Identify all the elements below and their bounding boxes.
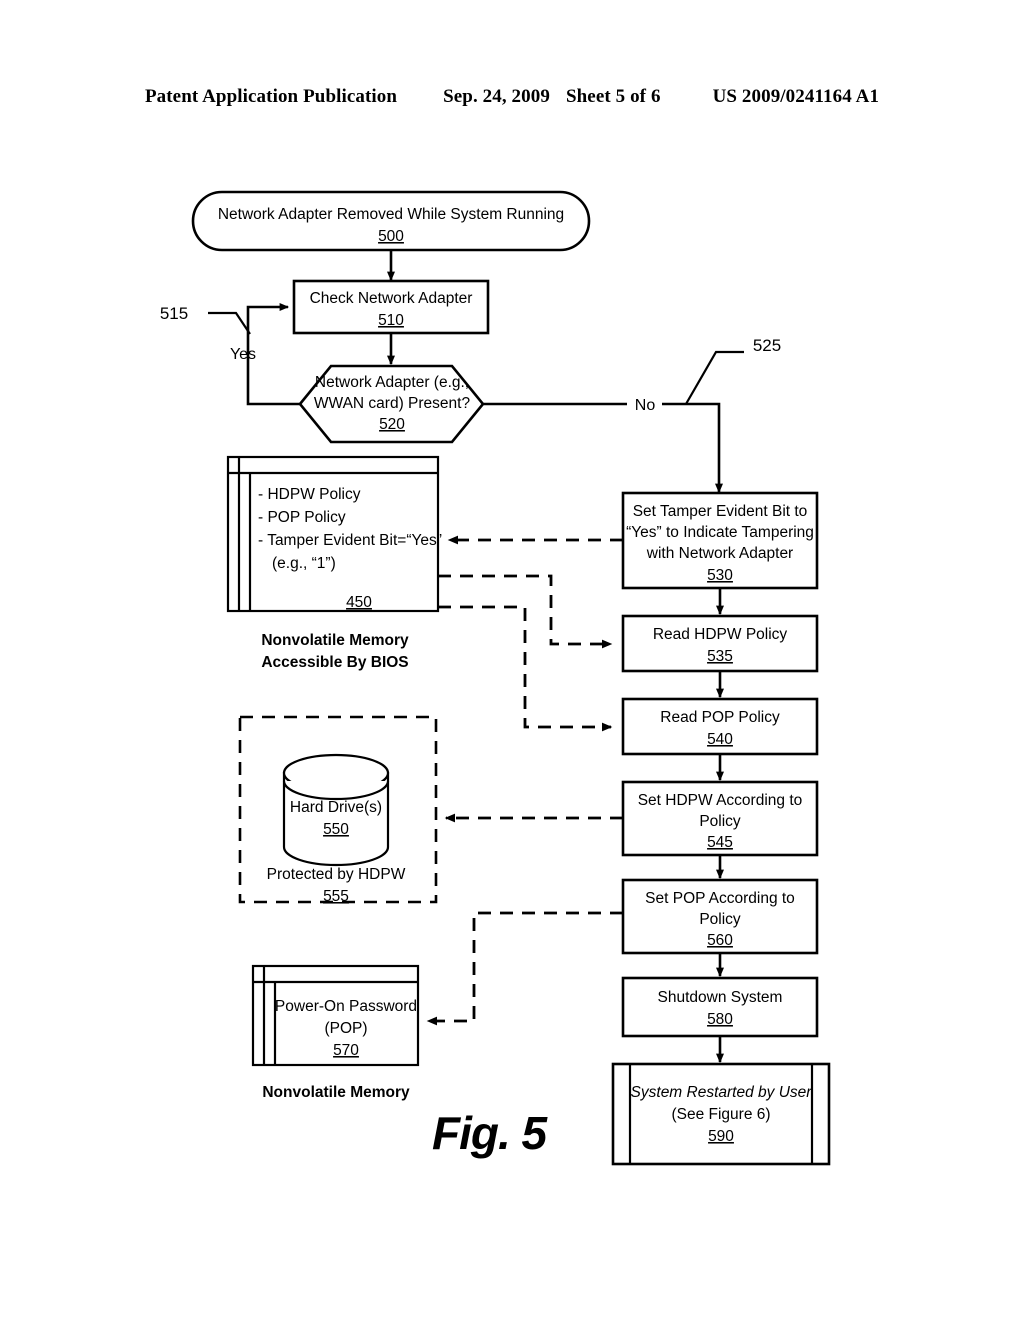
edge-no-ref-525: 525: [753, 336, 781, 355]
pop-memory-caption: Nonvolatile Memory: [262, 1084, 410, 1101]
node-hard-drive-550-label: Hard Drive(s): [290, 799, 382, 816]
node-pop-memory-570: Power-On Password (POP) 570 Nonvolatile …: [251, 964, 420, 1101]
nvram-item-tamper-bit: - Tamper Evident Bit=“Yes”: [258, 532, 442, 549]
protected-by-hdpw-label: Protected by HDPW: [267, 866, 406, 883]
edge-set-pop-to-pop-memory: [426, 911, 623, 1026]
edge-no-525: No 525: [483, 336, 781, 494]
node-set-pop-560-ref: 560: [707, 932, 733, 949]
node-check-510-ref: 510: [378, 312, 404, 329]
node-set-pop-560: Set POP According to Policy 560: [621, 878, 819, 955]
node-read-hdpw-535: Read HDPW Policy 535: [621, 614, 819, 673]
node-shutdown-580-label: Shutdown System: [658, 989, 783, 1006]
edge-nvram-to-read-pop: [438, 605, 613, 732]
node-set-hdpw-545-line2: Policy: [699, 813, 741, 830]
node-check-510: Check Network Adapter 510: [292, 279, 490, 335]
node-set-pop-560-line1: Set POP According to: [645, 890, 795, 907]
node-restart-590: System Restarted by User (See Figure 6) …: [611, 1062, 831, 1166]
node-nvram-bios-450-ref: 450: [346, 594, 372, 611]
node-start-500-label: Network Adapter Removed While System Run…: [218, 206, 564, 223]
node-set-hdpw-545-ref: 545: [707, 834, 733, 851]
node-read-hdpw-535-label: Read HDPW Policy: [653, 626, 788, 643]
node-restart-590-ref: 590: [708, 1128, 734, 1145]
node-decision-520-line1: Network Adapter (e.g.,: [315, 374, 469, 391]
node-pop-memory-570-line2: (POP): [324, 1020, 367, 1037]
edge-yes-ref-515: 515: [160, 304, 188, 323]
edge-yes-loop-515: Yes 515: [160, 303, 300, 406]
figure-caption: Fig. 5: [432, 1107, 547, 1159]
node-shutdown-580: Shutdown System 580: [621, 976, 819, 1038]
nvram-item-pop-policy: - POP Policy: [258, 509, 346, 526]
node-read-hdpw-535-ref: 535: [707, 648, 733, 665]
edge-yes-label: Yes: [230, 346, 256, 363]
nvram-item-hdpw-policy: - HDPW Policy: [258, 486, 361, 503]
node-read-pop-540-ref: 540: [707, 731, 733, 748]
node-decision-520: Network Adapter (e.g., WWAN card) Presen…: [298, 364, 485, 444]
node-set-tamper-530-line1: Set Tamper Evident Bit to: [633, 503, 808, 520]
node-hard-drive-550-ref: 550: [323, 821, 349, 838]
nvram-item-tamper-bit-eg: (e.g., “1”): [272, 555, 336, 572]
node-set-tamper-530-ref: 530: [707, 567, 733, 584]
node-shutdown-580-ref: 580: [707, 1011, 733, 1028]
node-pop-memory-570-line1: Power-On Password: [275, 998, 417, 1015]
edge-no-label: No: [635, 397, 656, 414]
node-decision-520-ref: 520: [379, 416, 405, 433]
node-start-500-ref: 500: [378, 228, 404, 245]
node-read-pop-540: Read POP Policy 540: [621, 697, 819, 756]
nvram-bios-caption-line2: Accessible By BIOS: [261, 654, 408, 671]
node-set-pop-560-line2: Policy: [699, 911, 741, 928]
protected-by-hdpw-ref: 555: [323, 888, 349, 905]
node-read-pop-540-label: Read POP Policy: [660, 709, 780, 726]
node-pop-memory-570-ref: 570: [333, 1042, 359, 1059]
node-restart-590-line1: System Restarted by User: [631, 1084, 813, 1101]
node-check-510-label: Check Network Adapter: [310, 290, 473, 307]
nvram-bios-caption-line1: Nonvolatile Memory: [261, 632, 409, 649]
node-set-hdpw-545: Set HDPW According to Policy 545: [621, 780, 819, 857]
node-set-tamper-530-line2: “Yes” to Indicate Tampering: [626, 524, 814, 541]
node-restart-590-line2: (See Figure 6): [671, 1106, 770, 1123]
node-set-hdpw-545-line1: Set HDPW According to: [638, 792, 803, 809]
node-decision-520-line2: WWAN card) Present?: [314, 395, 471, 412]
node-start-500: Network Adapter Removed While System Run…: [191, 190, 591, 252]
node-set-tamper-530-line3: with Network Adapter: [646, 545, 793, 562]
node-set-tamper-530: Set Tamper Evident Bit to “Yes” to Indic…: [621, 491, 819, 590]
node-protected-region-555: Hard Drive(s) 550 Protected by HDPW 555: [238, 715, 438, 905]
node-nvram-bios-450: - HDPW Policy - POP Policy - Tamper Evid…: [226, 455, 442, 671]
